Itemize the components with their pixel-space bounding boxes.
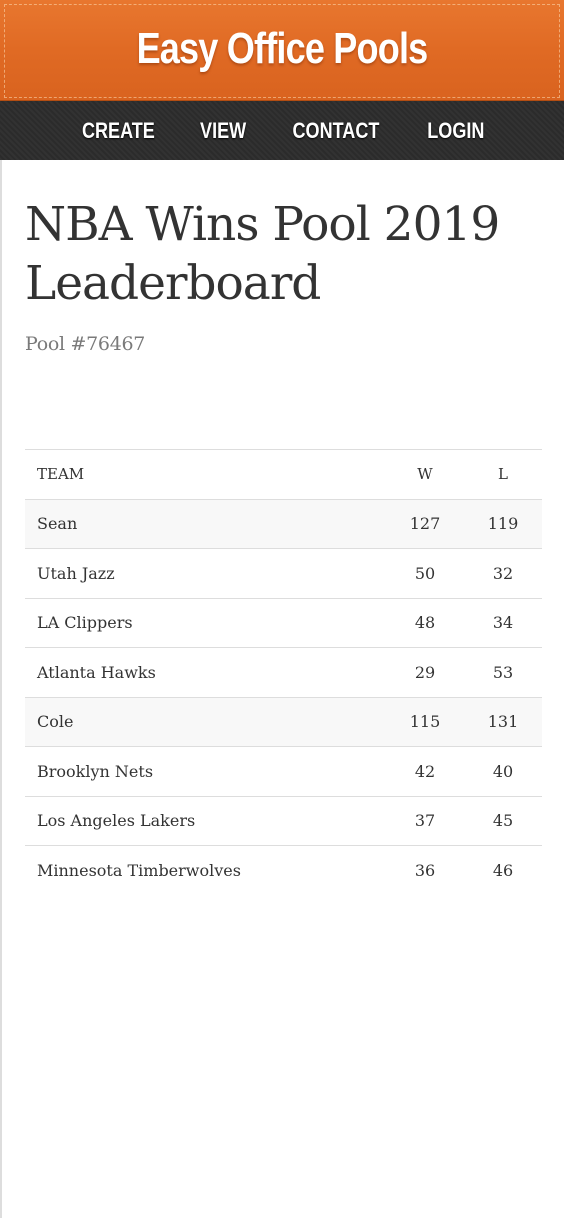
wins-cell: 127 <box>386 498 464 549</box>
wins-cell: 48 <box>386 597 464 648</box>
losses-cell: 53 <box>464 647 542 697</box>
leaderboard-table: TEAM W L Sean 127 119 Utah Jazz 50 32 LA Clipp… <box>25 449 542 895</box>
column-header-wins: W <box>386 449 464 499</box>
losses-cell: 45 <box>464 795 542 846</box>
table-header-row: TEAM W L <box>25 449 542 499</box>
page-title: NBA Wins Pool 2019 Leaderboard <box>25 197 500 311</box>
wins-cell: 42 <box>386 746 464 796</box>
team-row: Los Angeles Lakers 37 45 <box>25 795 542 846</box>
team-row: Atlanta Hawks 29 53 <box>25 647 542 697</box>
team-name: Utah Jazz <box>25 548 386 598</box>
losses-cell: 40 <box>464 746 542 796</box>
team-name: Los Angeles Lakers <box>25 795 386 846</box>
column-header-losses: L <box>464 449 542 499</box>
site-header: Easy Office Pools <box>0 0 564 101</box>
main-nav: CREATE VIEW CONTACT LOGIN <box>0 101 564 160</box>
nav-login[interactable]: LOGIN <box>427 101 484 160</box>
nav-create[interactable]: CREATE <box>82 101 155 160</box>
team-row: Brooklyn Nets 42 40 <box>25 746 542 796</box>
team-row: Utah Jazz 50 32 <box>25 548 542 598</box>
team-name: Atlanta Hawks <box>25 647 386 697</box>
column-header-team: TEAM <box>25 449 386 499</box>
page-left-border <box>0 160 2 1218</box>
owner-name: Sean <box>25 498 386 549</box>
losses-cell: 119 <box>464 498 542 549</box>
nav-view[interactable]: VIEW <box>200 101 246 160</box>
pool-id: Pool #76467 <box>25 333 146 355</box>
team-name: Brooklyn Nets <box>25 746 386 796</box>
team-row: Minnesota Timberwolves 36 46 <box>25 845 542 895</box>
wins-cell: 29 <box>386 647 464 697</box>
losses-cell: 32 <box>464 548 542 598</box>
team-name: LA Clippers <box>25 597 386 648</box>
losses-cell: 46 <box>464 845 542 895</box>
losses-cell: 131 <box>464 696 542 747</box>
owner-name: Cole <box>25 696 386 747</box>
site-title-logo[interactable]: Easy Office Pools <box>51 24 513 74</box>
owner-row: Sean 127 119 <box>25 498 542 549</box>
wins-cell: 36 <box>386 845 464 895</box>
wins-cell: 37 <box>386 795 464 846</box>
losses-cell: 34 <box>464 597 542 648</box>
wins-cell: 50 <box>386 548 464 598</box>
team-row: LA Clippers 48 34 <box>25 597 542 648</box>
owner-row: Cole 115 131 <box>25 696 542 747</box>
nav-contact[interactable]: CONTACT <box>292 101 379 160</box>
team-name: Minnesota Timberwolves <box>25 845 386 895</box>
leaderboard-body: Sean 127 119 Utah Jazz 50 32 LA Clippers 48 34 At… <box>25 498 542 895</box>
wins-cell: 115 <box>386 696 464 747</box>
